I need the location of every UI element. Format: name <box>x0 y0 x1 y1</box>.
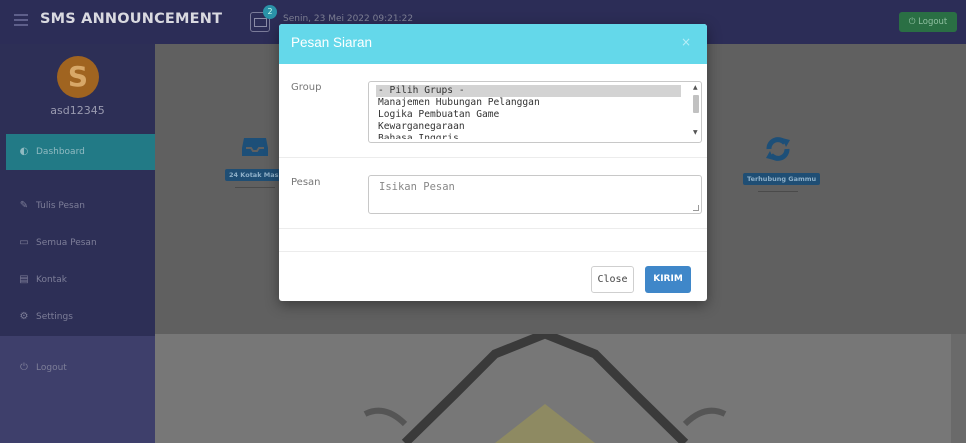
gears-icon: ⚙ <box>19 311 29 322</box>
sidebar-item-settings[interactable]: ⚙ Settings <box>0 299 155 335</box>
sidebar-item-label: Settings <box>36 312 73 322</box>
sidebar-item-logout[interactable]: ⏻ Logout <box>0 350 155 386</box>
logout-button-label: Logout <box>918 17 948 27</box>
sidebar-item-kontak[interactable]: ▤ Kontak <box>0 262 155 298</box>
sidebar-item-label: Kontak <box>36 275 67 285</box>
menu-icon[interactable] <box>14 14 28 26</box>
group-option[interactable]: Manajemen Hubungan Pelanggan <box>376 97 701 109</box>
group-option[interactable]: Logika Pembuatan Game <box>376 109 701 121</box>
stat-gammu[interactable]: Terhubung Gammu <box>743 136 821 192</box>
modal-header: Pesan Siaran × <box>279 24 707 64</box>
sidebar-item-label: Logout <box>36 363 67 373</box>
send-button[interactable]: KIRIM <box>645 266 691 293</box>
refresh-icon <box>766 137 790 161</box>
resize-handle-icon[interactable] <box>693 205 699 211</box>
close-icon[interactable]: × <box>681 35 691 49</box>
group-option[interactable]: Bahasa Inggris <box>376 133 701 139</box>
power-icon: ⏻ <box>20 362 28 373</box>
sidebar-item-label: Tulis Pesan <box>36 201 85 211</box>
group-option[interactable]: Kewarganegaraan <box>376 121 701 133</box>
sidebar-item-tulis-pesan[interactable]: ✎ Tulis Pesan <box>0 188 155 224</box>
page-scrollbar[interactable] <box>951 334 966 443</box>
scroll-thumb[interactable] <box>693 95 699 113</box>
scroll-up-icon[interactable]: ▲ <box>693 84 698 91</box>
group-option[interactable]: - Pilih Grups - <box>376 85 681 97</box>
pesan-label: Pesan <box>291 177 321 188</box>
broadcast-modal: Pesan Siaran × Group - Pilih Grups - Man… <box>279 24 707 301</box>
username: asd12345 <box>50 104 105 117</box>
logout-button[interactable]: ⏻ Logout <box>899 12 957 32</box>
message-placeholder: Isikan Pesan <box>379 181 455 193</box>
sidebar: S asd12345 ◐ Dashboard ✎ Tulis Pesan ▭ Semu… <box>0 44 155 443</box>
message-textarea[interactable]: Isikan Pesan <box>368 175 702 214</box>
power-icon: ⏻ <box>908 17 916 27</box>
datetime-text: Senin, 23 Mei 2022 09:21:22 <box>283 14 414 24</box>
inbox-icon <box>242 138 268 156</box>
brand-title: SMS ANNOUNCEMENT <box>40 11 223 27</box>
group-select[interactable]: - Pilih Grups - Manajemen Hubungan Pelan… <box>368 81 702 143</box>
close-button[interactable]: Close <box>591 266 634 293</box>
avatar: S <box>57 56 99 98</box>
scroll-down-icon[interactable]: ▼ <box>693 129 698 136</box>
divider <box>235 187 275 188</box>
notification-badge: 2 <box>263 5 277 19</box>
folder-icon: ▭ <box>19 237 29 248</box>
university-logo-icon <box>363 334 727 443</box>
dashboard-icon: ◐ <box>19 146 29 157</box>
divider <box>279 228 707 229</box>
divider <box>758 191 798 192</box>
book-icon: ▤ <box>19 274 29 285</box>
group-label: Group <box>291 82 322 93</box>
stat-inbox[interactable]: 24 Kotak Masu <box>225 136 288 188</box>
select-scrollbar[interactable]: ▲ ▼ <box>691 82 701 142</box>
divider <box>279 157 707 158</box>
edit-icon: ✎ <box>19 200 29 211</box>
sidebar-item-label: Semua Pesan <box>36 238 97 248</box>
sidebar-item-semua-pesan[interactable]: ▭ Semua Pesan <box>0 225 155 261</box>
modal-title: Pesan Siaran <box>291 35 373 50</box>
gammu-status-label: Terhubung Gammu <box>743 173 821 185</box>
inbox-count-label: 24 Kotak Masu <box>225 169 288 181</box>
sidebar-item-dashboard[interactable]: ◐ Dashboard <box>6 134 155 170</box>
sidebar-item-label: Dashboard <box>36 147 85 157</box>
divider <box>279 251 707 252</box>
